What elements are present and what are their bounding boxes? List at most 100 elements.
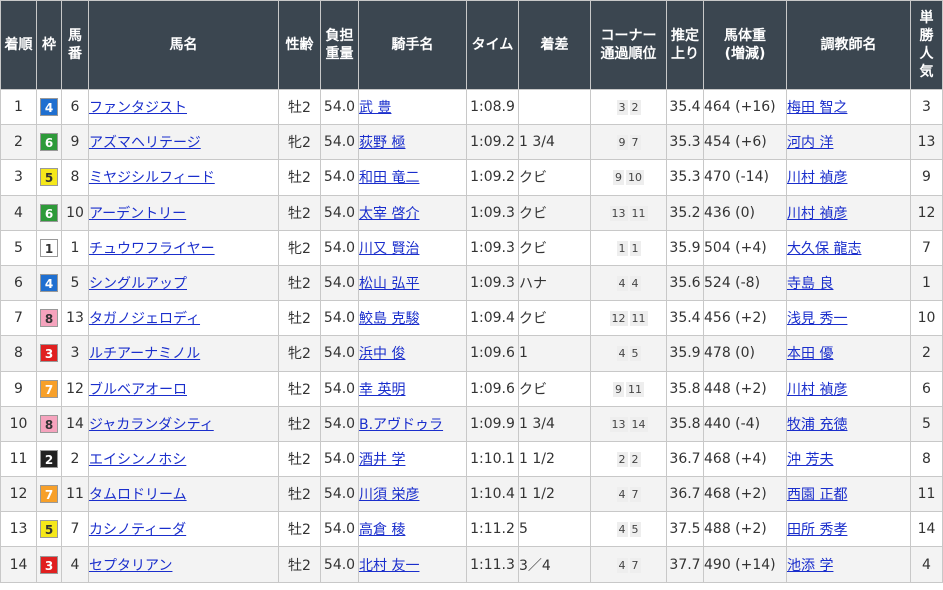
header-time[interactable]: タイム: [466, 0, 519, 90]
header-sexage[interactable]: 性齢: [278, 0, 321, 90]
horse-name-link[interactable]: ファンタジスト: [89, 100, 187, 116]
trainer-name-link[interactable]: 川村 禎彦: [787, 170, 847, 186]
header-weight[interactable]: 負担重量: [320, 0, 359, 90]
jockey-name-link[interactable]: 浜中 俊: [359, 346, 405, 362]
header-popularity[interactable]: 単勝人気: [910, 0, 943, 90]
time-cell: 1:09.3: [466, 264, 519, 302]
jockey-cell: 川須 栄彦: [358, 476, 467, 513]
jockey-name-link[interactable]: 幸 英明: [359, 382, 405, 398]
jockey-cell: 松山 弘平: [358, 264, 467, 302]
popularity-cell: 2: [910, 335, 943, 372]
margin-cell: 1 1/2: [518, 476, 591, 513]
trainer-name-link[interactable]: 大久保 龍志: [787, 241, 861, 257]
trainer-name-link[interactable]: 川村 禎彦: [787, 206, 847, 222]
waku-badge: 3: [40, 555, 58, 574]
jockey-name-link[interactable]: 高倉 稜: [359, 522, 405, 538]
trainer-cell: 川村 禎彦: [786, 370, 911, 407]
horse-name-link[interactable]: タムロドリーム: [89, 487, 187, 503]
horse-cell: ミヤジシルフィード: [88, 159, 279, 196]
header-chakujun[interactable]: 着順: [0, 0, 37, 90]
jockey-name-link[interactable]: 和田 竜二: [359, 170, 419, 186]
horse-name-link[interactable]: アーデントリー: [89, 206, 186, 222]
horse-name-link[interactable]: カシノティーダ: [89, 522, 186, 538]
margin-cell: 1 3/4: [518, 124, 591, 161]
header-body-line1: 馬体重: [724, 28, 766, 44]
waku-cell: 5: [36, 511, 62, 548]
horse-name-link[interactable]: ミヤジシルフィード: [89, 170, 215, 186]
trainer-name-link[interactable]: 本田 優: [787, 346, 833, 362]
horse-name-link[interactable]: シングルアップ: [89, 276, 187, 292]
corner-position: 5: [629, 522, 641, 538]
rank-cell: 9: [0, 370, 37, 407]
body-weight-cell: 478 (0): [703, 335, 787, 372]
race-results-table: 着順 枠 馬番 馬名 性齢 負担重量 騎手名 タイム 着差 コーナー 通過順位 …: [0, 0, 943, 583]
margin-cell: クビ: [518, 194, 591, 231]
weight-cell: 54.0: [320, 229, 359, 266]
trainer-name-link[interactable]: 沖 芳夫: [787, 452, 833, 468]
sexage-cell: 牡2: [278, 194, 321, 231]
header-trainer[interactable]: 調教師名: [786, 0, 911, 90]
jockey-name-link[interactable]: 鮫島 克駿: [359, 311, 419, 327]
trainer-name-link[interactable]: 梅田 智之: [787, 100, 847, 116]
trainer-name-link[interactable]: 川村 禎彦: [787, 382, 847, 398]
header-last3f[interactable]: 推定上り: [666, 0, 704, 90]
horse-name-link[interactable]: アズマヘリテージ: [89, 135, 201, 151]
jockey-name-link[interactable]: 酒井 学: [359, 452, 405, 468]
horse-name-link[interactable]: チュウワフライヤー: [89, 241, 215, 257]
jockey-name-link[interactable]: 松山 弘平: [359, 276, 419, 292]
waku-badge: 5: [40, 168, 58, 187]
horse-name-link[interactable]: ジャカランダシティ: [89, 417, 214, 433]
corner-cell: 32: [590, 88, 667, 126]
umaban-cell: 5: [61, 264, 89, 302]
horse-cell: アーデントリー: [88, 194, 279, 231]
jockey-name-link[interactable]: 太宰 啓介: [359, 206, 419, 222]
trainer-name-link[interactable]: 牧浦 充徳: [787, 417, 847, 433]
header-umaban[interactable]: 馬番: [61, 0, 89, 90]
last3f-cell: 35.2: [666, 194, 704, 231]
waku-cell: 4: [36, 264, 62, 302]
jockey-name-link[interactable]: 北村 友一: [359, 558, 419, 574]
weight-cell: 54.0: [320, 370, 359, 407]
header-body[interactable]: 馬体重 (増減): [703, 0, 787, 90]
time-cell: 1:09.9: [466, 405, 519, 442]
corner-position: 2: [629, 451, 641, 467]
time-cell: 1:11.2: [466, 511, 519, 548]
trainer-cell: 川村 禎彦: [786, 159, 911, 196]
trainer-name-link[interactable]: 寺島 良: [787, 276, 833, 292]
corner-cell: 47: [590, 546, 667, 583]
header-waku[interactable]: 枠: [36, 0, 62, 90]
corner-position: 4: [616, 346, 628, 362]
horse-name-link[interactable]: セプタリアン: [89, 558, 172, 574]
trainer-name-link[interactable]: 河内 洋: [787, 135, 833, 151]
horse-cell: セプタリアン: [88, 546, 279, 583]
header-horse[interactable]: 馬名: [88, 0, 279, 90]
horse-name-link[interactable]: ブルベアオーロ: [89, 382, 187, 398]
waku-badge: 4: [40, 98, 58, 117]
header-corner[interactable]: コーナー 通過順位: [590, 0, 667, 90]
trainer-name-link[interactable]: 西園 正都: [787, 487, 847, 503]
trainer-cell: 川村 禎彦: [786, 194, 911, 231]
jockey-cell: 鮫島 克駿: [358, 300, 467, 337]
trainer-name-link[interactable]: 田所 秀孝: [787, 522, 847, 538]
jockey-name-link[interactable]: 川又 賢治: [359, 241, 419, 257]
horse-name-link[interactable]: タガノジェロディ: [89, 311, 200, 327]
popularity-cell: 7: [910, 229, 943, 266]
last3f-cell: 35.3: [666, 124, 704, 161]
horse-name-link[interactable]: ルチアーナミノル: [89, 346, 200, 362]
jockey-name-link[interactable]: 川須 栄彦: [359, 487, 419, 503]
horse-name-link[interactable]: エイシンノホシ: [89, 452, 186, 468]
umaban-cell: 14: [61, 405, 89, 442]
last3f-cell: 35.8: [666, 405, 704, 442]
table-row: 12 7 11 タムロドリーム 牡2 54.0 川須 栄彦 1:10.4 1 1…: [0, 476, 943, 513]
trainer-name-link[interactable]: 浅見 秀一: [787, 311, 847, 327]
trainer-name-link[interactable]: 池添 学: [787, 558, 833, 574]
header-jockey[interactable]: 騎手名: [358, 0, 467, 90]
weight-cell: 54.0: [320, 511, 359, 548]
margin-cell: [518, 88, 591, 126]
jockey-name-link[interactable]: B.アヴドゥラ: [359, 417, 443, 433]
jockey-name-link[interactable]: 荻野 極: [359, 135, 405, 151]
waku-cell: 7: [36, 476, 62, 513]
jockey-name-link[interactable]: 武 豊: [359, 100, 391, 116]
header-margin[interactable]: 着差: [518, 0, 591, 90]
rank-cell: 8: [0, 335, 37, 372]
